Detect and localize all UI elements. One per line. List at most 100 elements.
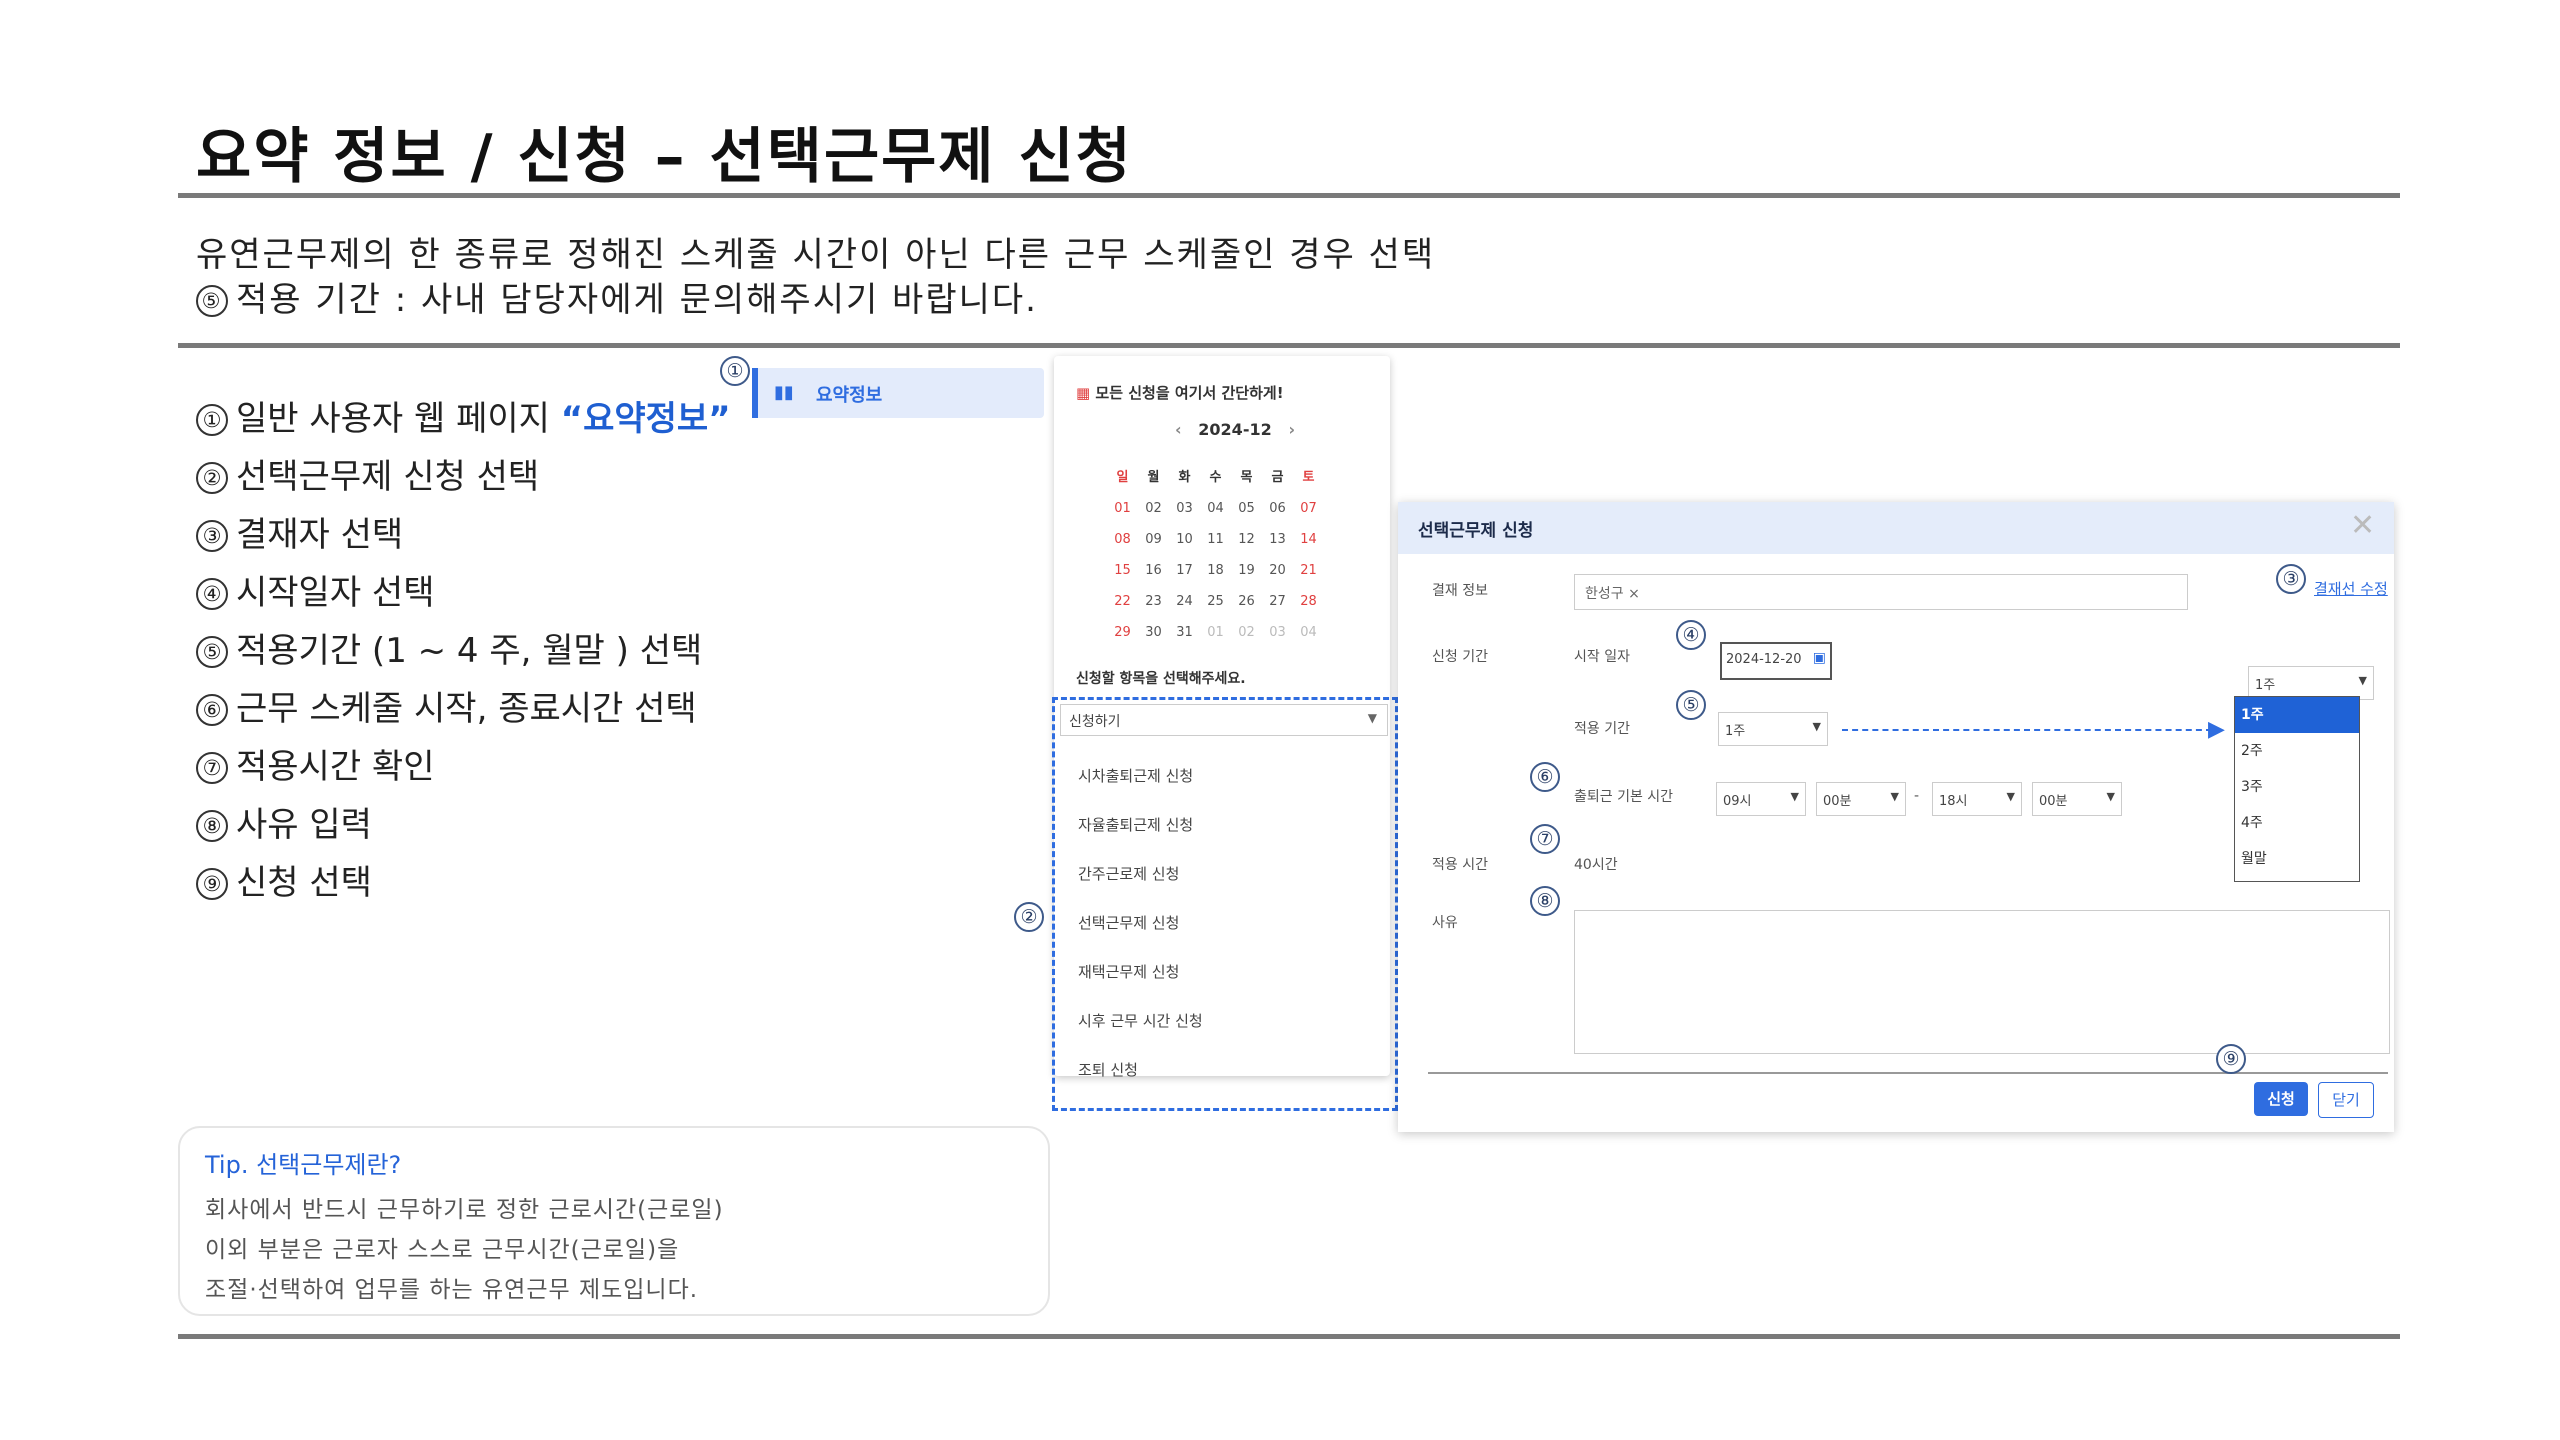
calendar-day[interactable]: 24 xyxy=(1169,586,1200,617)
callout-marker: ③ xyxy=(2276,564,2306,594)
intro-line-1: 유연근무제의 한 종류로 정해진 스케줄 시간이 아닌 다른 근무 스케줄인 경… xyxy=(196,235,1436,275)
request-prompt: 신청할 항목을 선택해주세요. xyxy=(1076,671,1246,687)
calendar-day[interactable]: 09 xyxy=(1138,524,1169,555)
start-minute-select[interactable]: 00분 ▼ xyxy=(1816,782,1906,816)
schedule-label: 출퇴근 기본 시간 xyxy=(1574,789,1674,805)
period-option[interactable]: 월말 xyxy=(2235,841,2359,877)
intro-line-2-text: 적용 기간 : 사내 담당자에게 문의해주시기 바랍니다. xyxy=(236,280,1038,320)
calendar-day[interactable]: 01 xyxy=(1200,617,1231,648)
calendar-day[interactable]: 04 xyxy=(1293,617,1324,648)
request-option[interactable]: 간주근로제 신청 xyxy=(1078,863,1179,884)
request-option[interactable]: 자율출퇴근제 신청 xyxy=(1078,814,1193,835)
approver-chip[interactable]: 한성구 × xyxy=(1585,583,1640,603)
chevron-down-icon: ▼ xyxy=(2106,790,2115,803)
month-nav: ‹ 2024-12 › xyxy=(1160,420,1310,439)
calendar-icon[interactable]: ▣ xyxy=(1813,650,1826,666)
hours-value: 40시간 xyxy=(1574,857,1618,873)
calendar-day[interactable]: 19 xyxy=(1231,555,1262,586)
apply-period-label: 적용 기간 xyxy=(1574,721,1630,737)
calendar-day[interactable]: 29 xyxy=(1107,617,1138,648)
calendar-day[interactable]: 16 xyxy=(1138,555,1169,586)
calendar-day[interactable]: 20 xyxy=(1262,555,1293,586)
modal-footer-divider xyxy=(1428,1072,2388,1074)
modal-title: 선택근무제 신청 xyxy=(1418,521,1534,541)
request-option[interactable]: 시후 근무 시간 신청 xyxy=(1078,1010,1203,1031)
intro-divider xyxy=(178,343,2400,348)
calendar-day[interactable]: 05 xyxy=(1231,493,1262,524)
hours-label: 적용 시간 xyxy=(1432,857,1488,873)
calendar-week: 01 02 03 04 05 06 07 xyxy=(1107,491,1324,522)
calendar-day[interactable]: 26 xyxy=(1231,586,1262,617)
step-item: ④ 시작일자 선택 xyxy=(196,564,731,622)
calendar-day[interactable]: 27 xyxy=(1262,586,1293,617)
calendar-day[interactable]: 14 xyxy=(1293,524,1324,555)
next-month-icon[interactable]: › xyxy=(1288,420,1295,439)
edit-approval-link[interactable]: 결재선 수정 xyxy=(2314,578,2388,599)
calendar-day[interactable]: 02 xyxy=(1231,617,1262,648)
callout-marker: ⑤ xyxy=(1676,690,1706,720)
request-type-select[interactable]: 신청하기 ▼ xyxy=(1060,704,1388,736)
request-option[interactable]: 선택근무제 신청 xyxy=(1078,912,1179,933)
callout-marker: ⑧ xyxy=(1530,886,1560,916)
prev-month-icon[interactable]: ‹ xyxy=(1175,420,1182,439)
reason-textarea[interactable] xyxy=(1574,910,2390,1054)
calendar-day[interactable]: 07 xyxy=(1293,493,1324,524)
weekday-row: 일월화수목금토 xyxy=(1116,470,1315,485)
calendar-day[interactable]: 12 xyxy=(1231,524,1262,555)
step-item: ③ 결재자 선택 xyxy=(196,506,731,564)
calendar-day[interactable]: 01 xyxy=(1107,493,1138,524)
request-option[interactable]: 조퇴 신청 xyxy=(1078,1059,1138,1080)
month-label: 2024-12 xyxy=(1198,420,1272,439)
calendar-day[interactable]: 21 xyxy=(1293,555,1324,586)
tip-line: 이외 부분은 근로자 스스로 근무시간(근로일)을 xyxy=(205,1237,680,1263)
close-icon[interactable]: ✕ xyxy=(2350,508,2375,543)
calendar-day[interactable]: 23 xyxy=(1138,586,1169,617)
end-minute-select[interactable]: 00분 ▼ xyxy=(2032,782,2122,816)
period-options-list: 1주 2주 3주 4주 월말 xyxy=(2234,696,2360,882)
calendar-day[interactable]: 06 xyxy=(1262,493,1293,524)
calendar-day[interactable]: 08 xyxy=(1107,524,1138,555)
calendar-week: 08 09 10 11 12 13 14 xyxy=(1107,522,1324,553)
period-select-open[interactable]: 1주 ▼ xyxy=(2248,666,2374,700)
calendar-day[interactable]: 22 xyxy=(1107,586,1138,617)
start-hour-select[interactable]: 09시 ▼ xyxy=(1716,782,1806,816)
title-divider xyxy=(178,193,2400,198)
approver-field[interactable]: 한성구 × xyxy=(1574,574,2188,610)
chevron-down-icon: ▼ xyxy=(1812,720,1821,733)
calendar-day[interactable]: 11 xyxy=(1200,524,1231,555)
calendar-day[interactable]: 18 xyxy=(1200,555,1231,586)
period-option[interactable]: 4주 xyxy=(2235,805,2359,841)
calendar-day[interactable]: 13 xyxy=(1262,524,1293,555)
sidebar-item-summary[interactable]: ▮▮ 요약정보 xyxy=(752,368,1044,418)
sidebar-item-label: 요약정보 xyxy=(816,385,883,406)
calendar-day[interactable]: 30 xyxy=(1138,617,1169,648)
request-option[interactable]: 재택근무제 신청 xyxy=(1078,961,1179,982)
step-item: ① 일반 사용자 웹 페이지 “요약정보” xyxy=(196,390,731,448)
calendar-day[interactable]: 28 xyxy=(1293,586,1324,617)
calendar-grid: 일월화수목금토 01 02 03 04 05 06 07 08 09 10 11 12 13 14 15… xyxy=(1107,460,1324,646)
end-hour-select[interactable]: 18시 ▼ xyxy=(1932,782,2022,816)
period-option[interactable]: 3주 xyxy=(2235,769,2359,805)
calendar-day[interactable]: 25 xyxy=(1200,586,1231,617)
step-highlight: “요약정보” xyxy=(560,399,731,439)
callout-marker: ⑥ xyxy=(1530,762,1560,792)
calendar-week: 15 16 17 18 19 20 21 xyxy=(1107,553,1324,584)
calendar-day[interactable]: 10 xyxy=(1169,524,1200,555)
period-option[interactable]: 2주 xyxy=(2235,733,2359,769)
start-date-input[interactable]: 2024-12-20 ▣ xyxy=(1720,642,1832,680)
calendar-day[interactable]: 03 xyxy=(1262,617,1293,648)
request-option[interactable]: 시차출퇴근제 신청 xyxy=(1078,765,1193,786)
start-date-label: 시작 일자 xyxy=(1574,649,1630,665)
apply-button[interactable]: 신청 xyxy=(2254,1082,2308,1116)
apply-period-select[interactable]: 1주 ▼ xyxy=(1718,712,1828,746)
calendar-day[interactable]: 02 xyxy=(1138,493,1169,524)
close-button[interactable]: 닫기 xyxy=(2318,1082,2374,1118)
calendar-day[interactable]: 03 xyxy=(1169,493,1200,524)
calendar-day[interactable]: 04 xyxy=(1200,493,1231,524)
chevron-down-icon: ▼ xyxy=(2358,674,2367,687)
chevron-down-icon: ▼ xyxy=(1790,790,1799,803)
calendar-day[interactable]: 31 xyxy=(1169,617,1200,648)
calendar-day[interactable]: 17 xyxy=(1169,555,1200,586)
calendar-day[interactable]: 15 xyxy=(1107,555,1138,586)
period-option[interactable]: 1주 xyxy=(2235,697,2359,733)
